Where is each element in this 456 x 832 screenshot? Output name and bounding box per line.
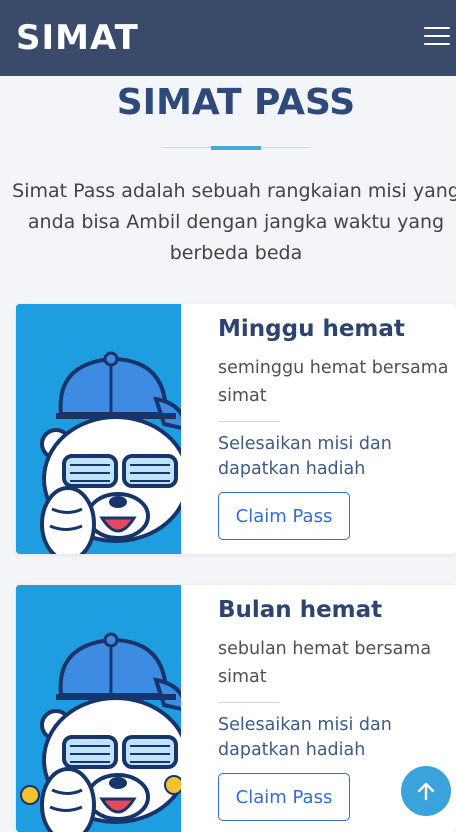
page-title: SIMAT PASS: [116, 82, 356, 123]
claim-pass-button[interactable]: Claim Pass: [218, 773, 350, 821]
pass-title: Minggu hemat: [218, 316, 405, 342]
pass-cta-text: Selesaikan misi dan dapatkan hadiah: [218, 434, 392, 479]
pass-divider: [218, 702, 280, 703]
arrow-up-icon: [417, 782, 435, 801]
pass-divider: [218, 421, 280, 422]
polar-bear-illustration: [16, 585, 181, 832]
claim-pass-button[interactable]: Claim Pass: [218, 492, 350, 540]
navbar: SIMAT: [0, 0, 456, 76]
title-divider-accent: [211, 146, 261, 150]
polar-bear-illustration: [16, 304, 181, 554]
pass-description: sebulan hemat bersama simat: [218, 639, 432, 687]
hamburger-menu-icon[interactable]: [424, 22, 450, 48]
pass-card-minggu: Minggu hemat seminggu hemat bersama sima…: [16, 304, 456, 554]
pass-title: Bulan hemat: [218, 597, 383, 623]
scroll-to-top-button[interactable]: [401, 766, 451, 816]
pass-cta-text: Selesaikan misi dan dapatkan hadiah: [218, 715, 392, 760]
brand-logo-text[interactable]: SIMAT: [16, 14, 139, 62]
pass-card-bulan: Bulan hemat sebulan hemat bersama simat …: [16, 585, 456, 832]
intro-text: Simat Pass adalah sebuah rangkaian misi …: [12, 180, 456, 264]
pass-description: seminggu hemat bersama simat: [218, 358, 449, 406]
